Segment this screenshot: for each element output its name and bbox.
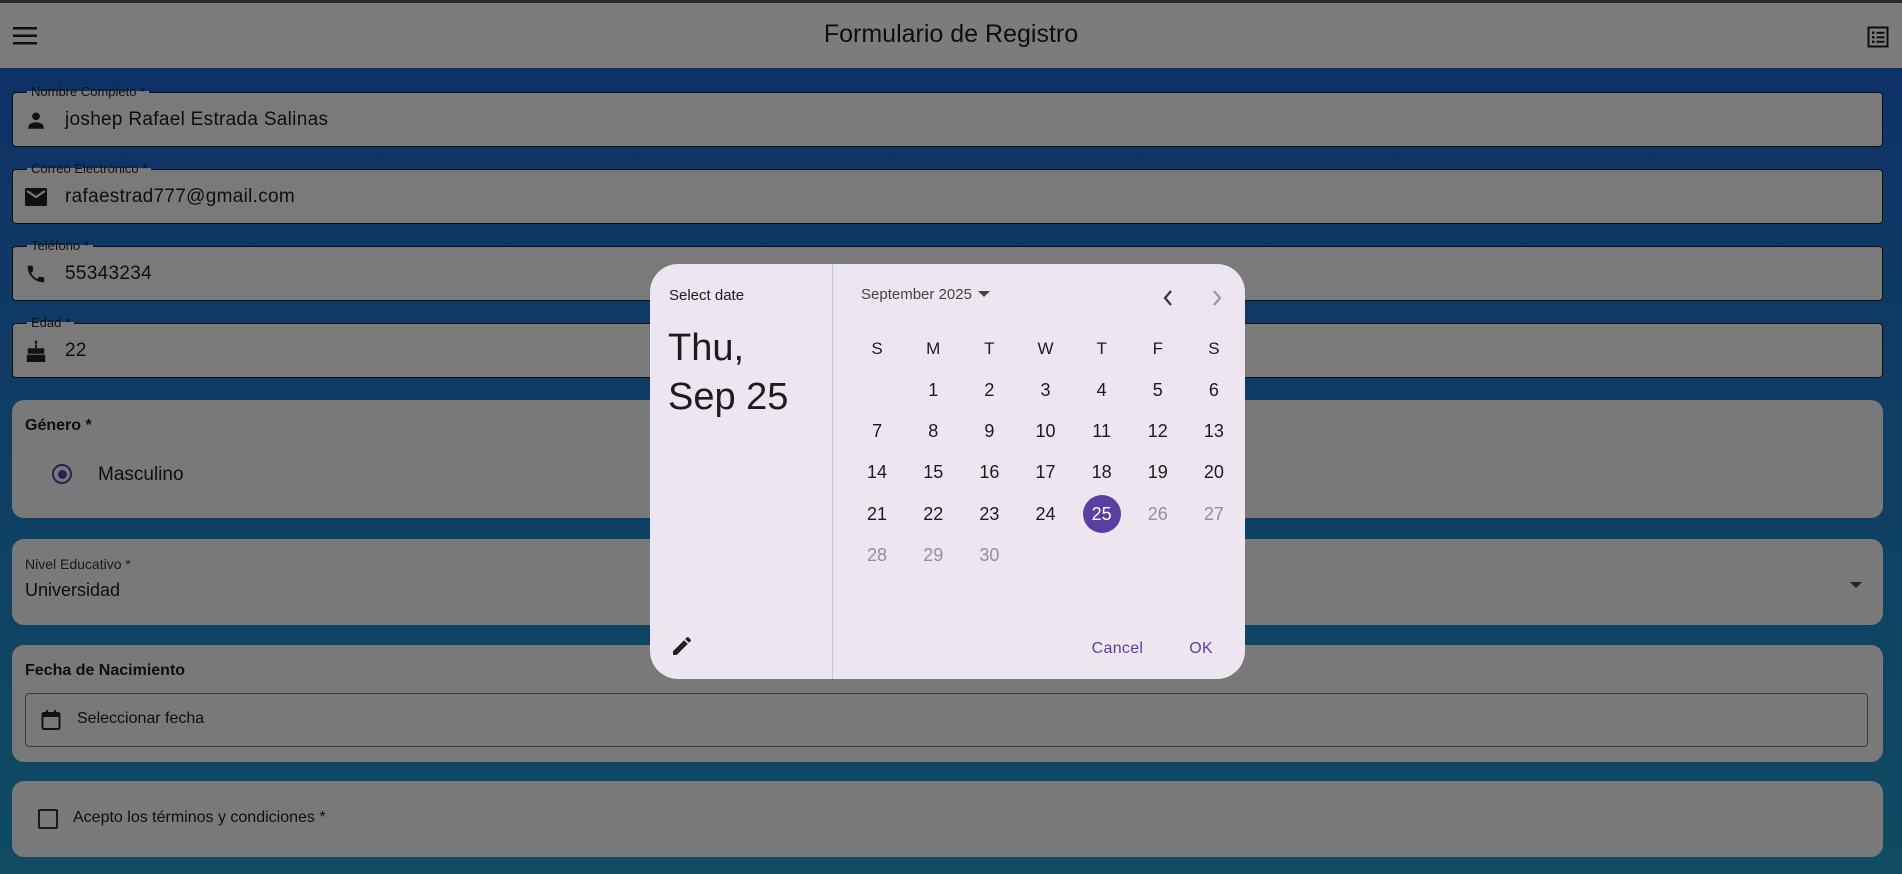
calendar-week-row: 28 29 30 <box>849 535 1242 576</box>
chevron-right-icon <box>1213 290 1222 306</box>
calendar-day-number: 25 <box>1082 494 1121 533</box>
calendar-day-number: 23 <box>979 503 1000 524</box>
calendar-day[interactable]: 14 <box>849 452 905 493</box>
calendar-day: 26 <box>1130 494 1186 535</box>
previous-month-button[interactable] <box>1154 284 1182 312</box>
calendar-day-number: 18 <box>1091 462 1112 483</box>
chevron-left-icon <box>1163 290 1172 306</box>
calendar-day-number: 22 <box>923 503 944 524</box>
weekday-label: T <box>1096 339 1107 359</box>
date-picker-dialog: Select date Thu, Sep 25 September 2025 S… <box>650 264 1245 679</box>
calendar-empty-cell <box>1017 535 1073 576</box>
calendar-day[interactable]: 11 <box>1074 411 1130 452</box>
calendar-day[interactable]: 15 <box>905 452 961 493</box>
calendar-day-number: 2 <box>984 379 995 400</box>
calendar-day[interactable]: 3 <box>1017 370 1073 411</box>
calendar-week-row: 7 8 9 10 11 12 13 <box>849 411 1242 452</box>
date-picker-header: Select date Thu, Sep 25 <box>650 264 833 679</box>
calendar-day[interactable]: 19 <box>1130 452 1186 493</box>
calendar-day[interactable]: 24 <box>1017 494 1073 535</box>
calendar-day-number: 3 <box>1040 379 1051 400</box>
calendar-day-number: 15 <box>923 462 944 483</box>
calendar-day-number: 20 <box>1203 462 1224 483</box>
calendar-day: 27 <box>1186 494 1242 535</box>
calendar-day[interactable]: 13 <box>1186 411 1242 452</box>
calendar-day-number: 21 <box>867 503 888 524</box>
weekday-label: S <box>871 339 883 359</box>
calendar-day-number: 17 <box>1035 462 1056 483</box>
weekday-label: F <box>1152 339 1163 359</box>
calendar-day-number: 28 <box>867 545 888 566</box>
calendar-empty-cell <box>849 370 905 411</box>
calendar-day: 30 <box>961 535 1017 576</box>
calendar-day-number: 12 <box>1147 420 1168 441</box>
date-picker-headline: Thu, Sep 25 <box>668 324 788 422</box>
date-picker-help-text: Select date <box>669 287 745 304</box>
calendar-day-number: 11 <box>1092 420 1111 441</box>
calendar-day-number: 13 <box>1203 420 1224 441</box>
calendar-day-number: 10 <box>1035 420 1056 441</box>
calendar-day[interactable]: 2 <box>961 370 1017 411</box>
weekday-label: T <box>984 339 995 359</box>
calendar-day[interactable]: 18 <box>1074 452 1130 493</box>
calendar-day[interactable]: 8 <box>905 411 961 452</box>
calendar-day[interactable]: 21 <box>849 494 905 535</box>
calendar-day-number: 9 <box>984 420 995 441</box>
calendar-day[interactable]: 22 <box>905 494 961 535</box>
calendar-empty-cell <box>1130 535 1186 576</box>
calendar-day-number: 24 <box>1035 503 1056 524</box>
calendar-day[interactable]: 16 <box>961 452 1017 493</box>
calendar-day-number: 29 <box>923 545 944 566</box>
headline-weekday: Thu, <box>668 327 745 369</box>
month-year-dropdown[interactable]: September 2025 <box>861 286 990 303</box>
headline-date: Sep 25 <box>668 376 789 418</box>
weekday-label: M <box>926 339 941 359</box>
weekday-label: S <box>1208 339 1220 359</box>
ok-button[interactable]: OK <box>1177 634 1225 664</box>
calendar-day-selected[interactable]: 25 <box>1074 494 1130 535</box>
next-month-button[interactable] <box>1203 284 1231 312</box>
calendar-day: 29 <box>905 535 961 576</box>
calendar-day[interactable]: 6 <box>1186 370 1242 411</box>
dialog-actions: Cancel OK <box>1080 634 1225 664</box>
calendar-day-number: 19 <box>1147 462 1168 483</box>
calendar-week-row: 14 15 16 17 18 19 20 <box>849 452 1242 493</box>
calendar-day-number: 30 <box>979 545 1000 566</box>
calendar-day-number: 5 <box>1152 379 1163 400</box>
calendar-day[interactable]: 7 <box>849 411 905 452</box>
cancel-button[interactable]: Cancel <box>1080 634 1156 664</box>
calendar-day-number: 27 <box>1203 503 1224 524</box>
calendar-day-number: 4 <box>1096 379 1107 400</box>
calendar-day-number: 1 <box>928 379 939 400</box>
calendar-day[interactable]: 4 <box>1074 370 1130 411</box>
calendar-day-number: 26 <box>1147 503 1168 524</box>
weekday-label: W <box>1037 339 1054 359</box>
calendar-day[interactable]: 10 <box>1017 411 1073 452</box>
calendar-empty-cell <box>1074 535 1130 576</box>
calendar-day[interactable]: 23 <box>961 494 1017 535</box>
calendar-day[interactable]: 9 <box>961 411 1017 452</box>
calendar-day-number: 8 <box>928 420 939 441</box>
edit-pencil-icon[interactable] <box>670 634 696 660</box>
calendar-week-row: 1 2 3 4 5 6 <box>849 369 1242 410</box>
calendar-day-number: 16 <box>979 462 1000 483</box>
weekday-header-row: S M T W T F S <box>849 328 1242 369</box>
calendar-day-number: 7 <box>872 420 883 441</box>
calendar-day-number: 14 <box>867 462 888 483</box>
calendar-day[interactable]: 1 <box>905 370 961 411</box>
calendar-day[interactable]: 20 <box>1186 452 1242 493</box>
dropdown-arrow-icon <box>977 291 990 297</box>
calendar-day[interactable]: 5 <box>1130 370 1186 411</box>
month-year-label: September 2025 <box>861 286 972 303</box>
calendar-day[interactable]: 12 <box>1130 411 1186 452</box>
calendar-empty-cell <box>1186 535 1242 576</box>
calendar-day[interactable]: 17 <box>1017 452 1073 493</box>
calendar-week-row: 21 22 23 24 25 26 27 <box>849 494 1242 535</box>
calendar-day: 28 <box>849 535 905 576</box>
calendar-day-number: 6 <box>1208 379 1219 400</box>
calendar-grid: S M T W T F S 1 2 3 4 5 6 7 8 9 10 11 12 13 14 15 16 17 1… <box>849 328 1242 576</box>
